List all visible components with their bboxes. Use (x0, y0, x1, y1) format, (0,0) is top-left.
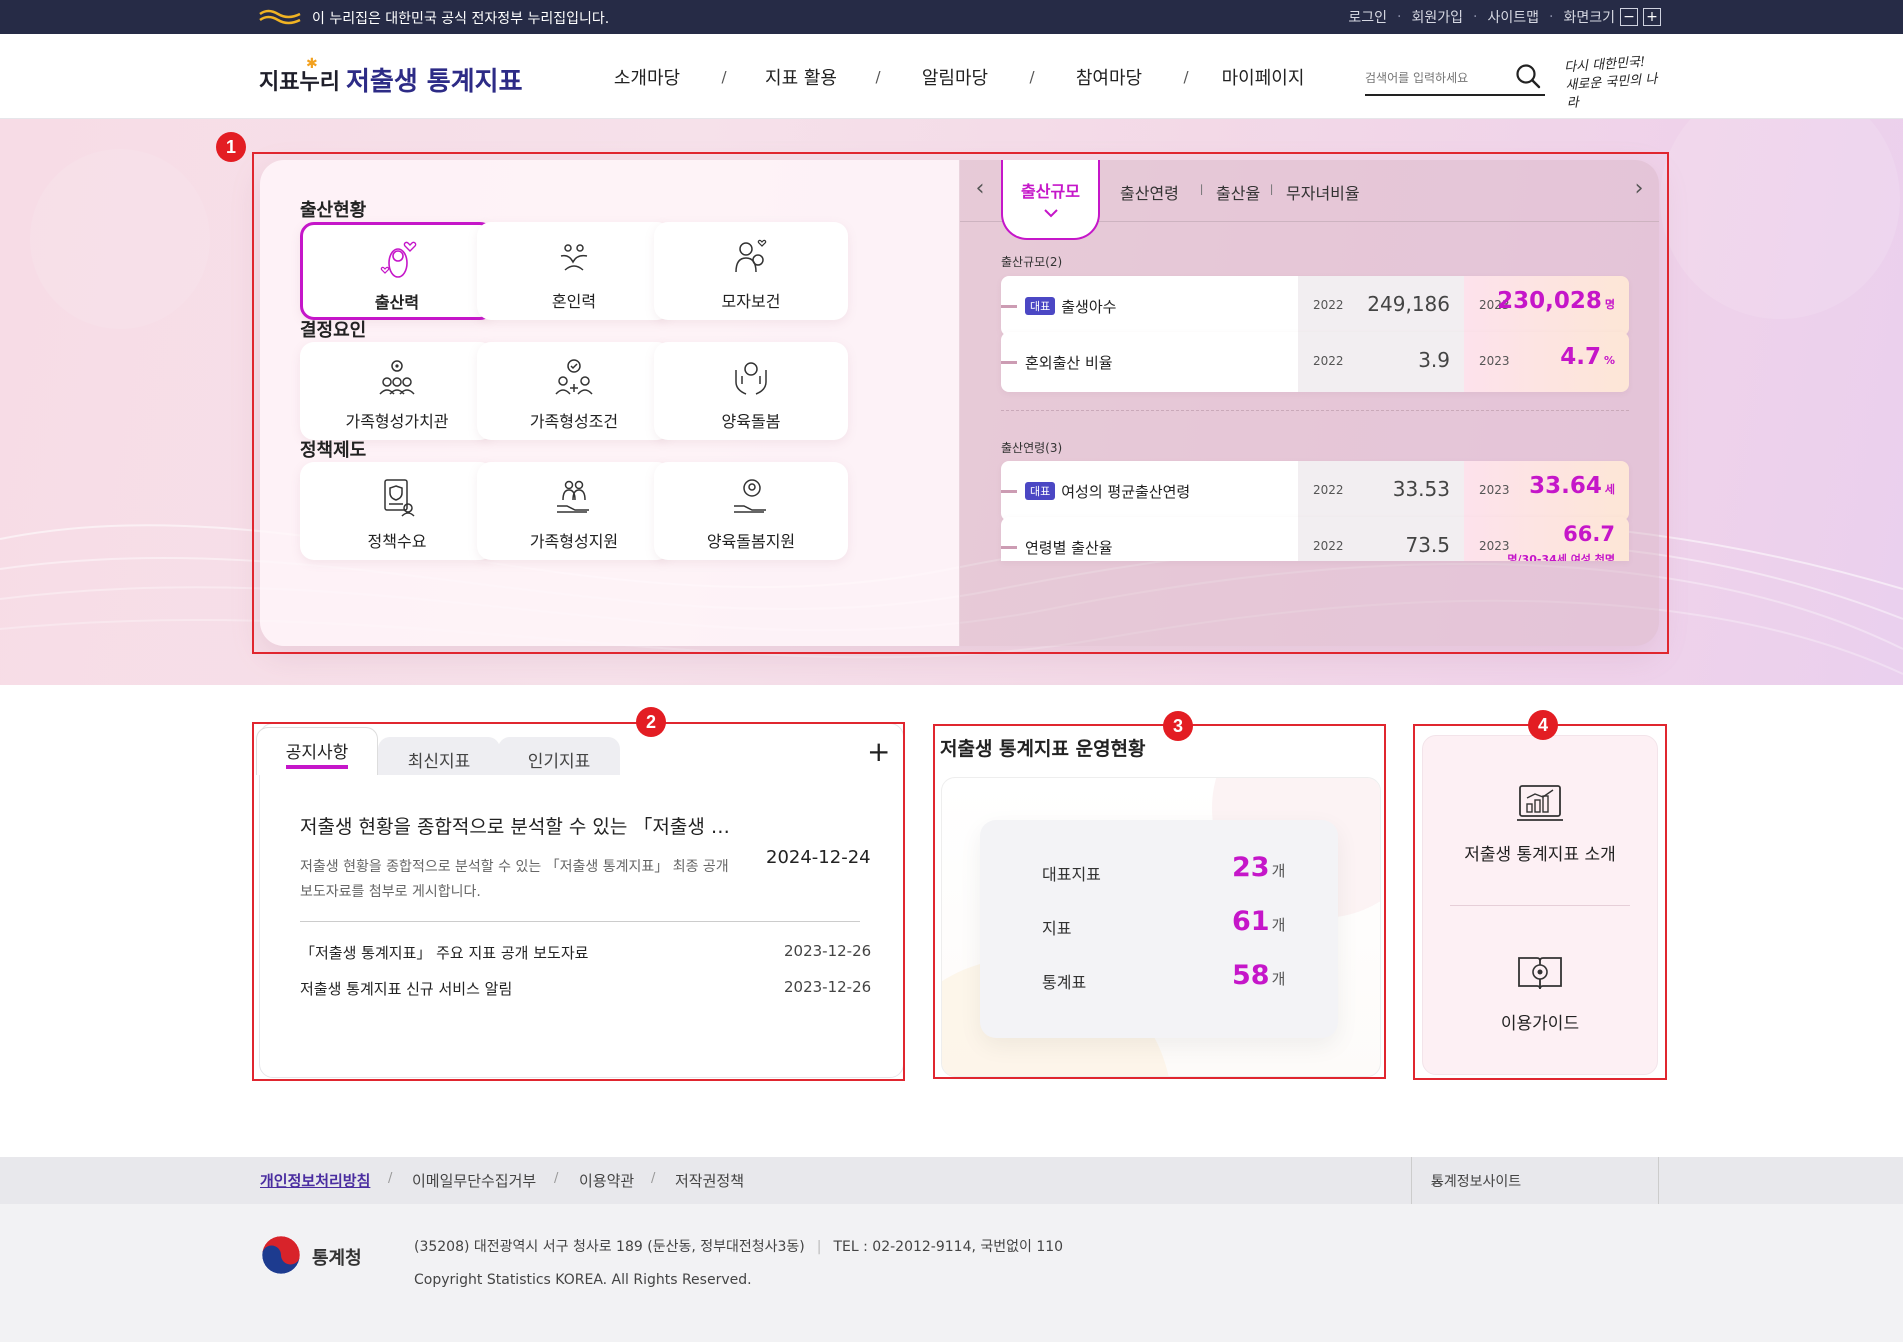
site-footer: 통계청 (35208) 대전광역시 서구 청사로 189 (둔산동, 정부대전청… (0, 1204, 1903, 1342)
address-text: (35208) 대전광역시 서구 청사로 189 (둔산동, 정부대전청사3동) (414, 1239, 805, 1255)
zoom-in-button[interactable]: + (1643, 8, 1661, 26)
util-separator: · (1549, 9, 1554, 25)
site-title[interactable]: 저출생 통계지표 (346, 61, 523, 98)
slogan-line-2: 새로운 국민의 나라 (1564, 71, 1658, 112)
annotation-box-1 (252, 152, 1669, 654)
annotation-badge-3: 3 (1163, 711, 1193, 741)
logo-jipyonuri[interactable]: 지표누리 (259, 64, 340, 96)
annotation-box-3 (933, 724, 1386, 1079)
nav-separator: / (1183, 68, 1189, 86)
annotation-badge-1: 1 (216, 132, 246, 162)
footer-address: (35208) 대전광역시 서구 청사로 189 (둔산동, 정부대전청사3동)… (414, 1236, 1063, 1256)
chevron-up-icon: ︿ (1431, 1173, 1444, 1187)
email-refusal-link[interactable]: 이메일무단수집거부 (412, 1170, 536, 1191)
org-name: 통계청 (312, 1248, 362, 1269)
nav-item-usage[interactable]: 지표 활용 (744, 64, 858, 90)
sitemap-link[interactable]: 사이트맵 (1487, 7, 1539, 27)
zoom-out-button[interactable]: − (1620, 8, 1638, 26)
search-input[interactable] (1365, 63, 1505, 93)
utility-menu: 로그인 · 회원가입 · 사이트맵 · 화면크기 − + (1338, 7, 1661, 27)
privacy-policy-link[interactable]: 개인정보처리방침 (260, 1170, 370, 1191)
logo-star-icon: ✱ (306, 56, 318, 72)
nav-item-notice[interactable]: 알림마당 (898, 64, 1012, 90)
nav-item-mypage[interactable]: 마이페이지 (1206, 64, 1320, 90)
gov-banner: 이 누리집은 대한민국 공식 전자정부 누리집입니다. 로그인 · 회원가입 ·… (0, 0, 1903, 34)
annotation-box-2 (252, 722, 905, 1081)
login-link[interactable]: 로그인 (1348, 7, 1387, 27)
copyright-text: Copyright Statistics KOREA. All Rights R… (414, 1272, 752, 1288)
nav-item-intro[interactable]: 소개마당 (590, 64, 704, 90)
copyright-policy-link[interactable]: 저작권정책 (675, 1170, 744, 1191)
annotation-box-4 (1413, 724, 1667, 1080)
terms-link[interactable]: 이용약관 (579, 1170, 634, 1191)
nav-separator: / (721, 68, 727, 86)
gov-notice: 이 누리집은 대한민국 공식 전자정부 누리집입니다. (312, 11, 610, 27)
footer-separator: / (554, 1171, 559, 1186)
annotation-badge-2: 2 (636, 707, 666, 737)
search-box (1365, 60, 1545, 96)
main-nav: 소개마당 / 지표 활용 / 알림마당 / 참여마당 / 마이페이지 (590, 64, 1320, 90)
search-icon[interactable] (1515, 63, 1541, 89)
address-separator: | (816, 1239, 822, 1255)
stat-site-select[interactable]: 통계정보사이트 ︿ (1411, 1157, 1659, 1204)
footer-links-bar: 개인정보처리방침 / 이메일무단수집거부 / 이용약관 / 저작권정책 통계정보… (0, 1157, 1903, 1204)
util-separator: · (1397, 9, 1402, 25)
tel-text: TEL : 02-2012-9114, 국번없이 110 (833, 1239, 1064, 1255)
annotation-badge-4: 4 (1528, 710, 1558, 740)
site-header: 지표누리 ✱ 저출생 통계지표 소개마당 / 지표 활용 / 알림마당 / 참여… (0, 34, 1903, 119)
util-separator: · (1473, 9, 1478, 25)
taegeuk-logo-icon (261, 1235, 301, 1275)
signup-link[interactable]: 회원가입 (1412, 7, 1464, 27)
slogan-logo: 다시 대한민국! 새로운 국민의 나라 (1564, 53, 1663, 112)
footer-separator: / (651, 1171, 656, 1186)
gov-emblem-icon (259, 9, 301, 25)
footer-separator: / (388, 1171, 393, 1186)
nav-separator: / (875, 68, 881, 86)
nav-separator: / (1029, 68, 1035, 86)
nav-item-participate[interactable]: 참여마당 (1052, 64, 1166, 90)
zoom-label: 화면크기 (1563, 10, 1615, 26)
